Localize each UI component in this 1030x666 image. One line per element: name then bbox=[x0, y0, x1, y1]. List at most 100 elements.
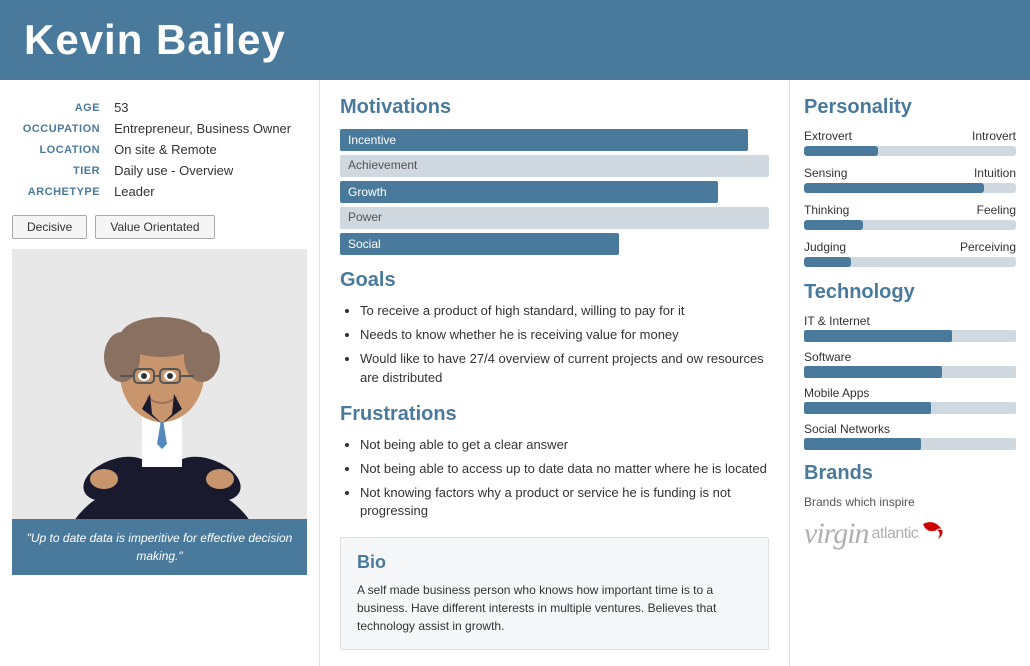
motivations-section: Motivations IncentiveAchievementGrowthPo… bbox=[340, 96, 769, 255]
personality-right-2: Feeling bbox=[977, 203, 1016, 217]
personality-fill-3 bbox=[804, 257, 851, 267]
personality-row-0: Extrovert Introvert bbox=[804, 129, 1016, 156]
tech-row-2: Mobile Apps bbox=[804, 386, 1016, 414]
left-panel: AGE 53 OCCUPATION Entrepreneur, Business… bbox=[0, 80, 320, 666]
personality-left-2: Thinking bbox=[804, 203, 849, 217]
personality-left-3: Judging bbox=[804, 240, 846, 254]
motivation-bar-2: Growth bbox=[340, 181, 769, 203]
technology-section: Technology IT & Internet Software Mobile… bbox=[804, 281, 1016, 450]
tech-row-0: IT & Internet bbox=[804, 314, 1016, 342]
goal-item-1: To receive a product of high standard, w… bbox=[360, 302, 769, 320]
tech-fill-2 bbox=[804, 402, 931, 414]
atlantic-logo-text: atlantic bbox=[872, 525, 919, 543]
tech-label-2: Mobile Apps bbox=[804, 386, 1016, 400]
personality-right-0: Introvert bbox=[972, 129, 1016, 143]
tech-track-1 bbox=[804, 366, 1016, 378]
tech-label-3: Social Networks bbox=[804, 422, 1016, 436]
quote-text: "Up to date data is imperitive for effec… bbox=[27, 531, 293, 563]
avatar-photo bbox=[12, 249, 307, 519]
personality-left-0: Extrovert bbox=[804, 129, 852, 143]
location-row: LOCATION On site & Remote bbox=[14, 140, 305, 159]
personality-rows-container: Extrovert Introvert Sensing Intuition Th… bbox=[804, 129, 1016, 267]
frustrations-list: Not being able to get a clear answer Not… bbox=[340, 436, 769, 521]
location-label: LOCATION bbox=[14, 140, 108, 159]
goals-section: Goals To receive a product of high stand… bbox=[340, 269, 769, 387]
brands-subtitle: Brands which inspire bbox=[804, 495, 1016, 509]
occupation-row: OCCUPATION Entrepreneur, Business Owner bbox=[14, 119, 305, 138]
technology-title: Technology bbox=[804, 281, 1016, 304]
frustrations-section: Frustrations Not being able to get a cle… bbox=[340, 403, 769, 521]
motivation-bar-4: Social bbox=[340, 233, 769, 255]
personality-row-3: Judging Perceiving bbox=[804, 240, 1016, 267]
personality-track-0 bbox=[804, 146, 1016, 156]
age-row: AGE 53 bbox=[14, 98, 305, 117]
archetype-value: Leader bbox=[110, 182, 305, 201]
goal-item-3: Would like to have 27/4 overview of curr… bbox=[360, 350, 769, 386]
personality-track-3 bbox=[804, 257, 1016, 267]
archetype-row: ARCHETYPE Leader bbox=[14, 182, 305, 201]
motivations-title: Motivations bbox=[340, 96, 769, 119]
motivation-bar-0: Incentive bbox=[340, 129, 769, 151]
personality-left-1: Sensing bbox=[804, 166, 847, 180]
bio-text: A self made business person who knows ho… bbox=[357, 581, 752, 635]
tech-fill-3 bbox=[804, 438, 921, 450]
personality-fill-0 bbox=[804, 146, 878, 156]
personality-row-1: Sensing Intuition bbox=[804, 166, 1016, 193]
virgin-atlantic-logo: virgin atlantic bbox=[804, 517, 1016, 551]
location-value: On site & Remote bbox=[110, 140, 305, 159]
middle-panel: Motivations IncentiveAchievementGrowthPo… bbox=[320, 80, 790, 666]
person-name: Kevin Bailey bbox=[24, 16, 1006, 64]
tech-fill-0 bbox=[804, 330, 952, 342]
frustrations-title: Frustrations bbox=[340, 403, 769, 426]
right-panel: Personality Extrovert Introvert Sensing … bbox=[790, 80, 1030, 666]
motivation-bar-3: Power bbox=[340, 207, 769, 229]
virgin-logo-text: virgin bbox=[804, 517, 869, 551]
personality-fill-2 bbox=[804, 220, 863, 230]
personality-section: Personality Extrovert Introvert Sensing … bbox=[804, 96, 1016, 267]
brands-title: Brands bbox=[804, 462, 1016, 485]
archetype-label: ARCHETYPE bbox=[14, 182, 108, 201]
frustration-item-3: Not knowing factors why a product or ser… bbox=[360, 484, 769, 520]
frustration-item-1: Not being able to get a clear answer bbox=[360, 436, 769, 454]
personality-right-3: Perceiving bbox=[960, 240, 1016, 254]
tier-label: TIER bbox=[14, 161, 108, 180]
personality-track-1 bbox=[804, 183, 1016, 193]
age-value: 53 bbox=[110, 98, 305, 117]
personality-right-1: Intuition bbox=[974, 166, 1016, 180]
goals-list: To receive a product of high standard, w… bbox=[340, 302, 769, 387]
tag-decisive: Decisive bbox=[12, 215, 87, 239]
tech-row-3: Social Networks bbox=[804, 422, 1016, 450]
main-content: AGE 53 OCCUPATION Entrepreneur, Business… bbox=[0, 80, 1030, 666]
tech-track-3 bbox=[804, 438, 1016, 450]
personality-fill-1 bbox=[804, 183, 984, 193]
tier-row: TIER Daily use - Overview bbox=[14, 161, 305, 180]
personality-track-2 bbox=[804, 220, 1016, 230]
virgin-swoosh-icon bbox=[918, 519, 948, 549]
frustration-item-2: Not being able to access up to date data… bbox=[360, 460, 769, 478]
goals-title: Goals bbox=[340, 269, 769, 292]
tech-label-0: IT & Internet bbox=[804, 314, 1016, 328]
tech-row-1: Software bbox=[804, 350, 1016, 378]
personality-row-2: Thinking Feeling bbox=[804, 203, 1016, 230]
tech-track-0 bbox=[804, 330, 1016, 342]
occupation-label: OCCUPATION bbox=[14, 119, 108, 138]
tech-track-2 bbox=[804, 402, 1016, 414]
tech-bars-container: IT & Internet Software Mobile Apps Socia… bbox=[804, 314, 1016, 450]
tag-value-orientated: Value Orientated bbox=[95, 215, 214, 239]
tech-label-1: Software bbox=[804, 350, 1016, 364]
bio-box: Bio A self made business person who know… bbox=[340, 537, 769, 650]
quote-box: "Up to date data is imperitive for effec… bbox=[12, 519, 307, 575]
age-label: AGE bbox=[14, 98, 108, 117]
personality-title: Personality bbox=[804, 96, 1016, 119]
tier-value: Daily use - Overview bbox=[110, 161, 305, 180]
header: Kevin Bailey bbox=[0, 0, 1030, 80]
bio-title: Bio bbox=[357, 552, 752, 573]
brands-section: Brands Brands which inspire virgin atlan… bbox=[804, 462, 1016, 551]
motivation-bars-container: IncentiveAchievementGrowthPowerSocial bbox=[340, 129, 769, 255]
info-table: AGE 53 OCCUPATION Entrepreneur, Business… bbox=[12, 96, 307, 203]
tech-fill-1 bbox=[804, 366, 942, 378]
avatar-svg bbox=[12, 249, 307, 519]
goal-item-2: Needs to know whether he is receiving va… bbox=[360, 326, 769, 344]
occupation-value: Entrepreneur, Business Owner bbox=[110, 119, 305, 138]
tags-container: Decisive Value Orientated bbox=[12, 215, 307, 239]
